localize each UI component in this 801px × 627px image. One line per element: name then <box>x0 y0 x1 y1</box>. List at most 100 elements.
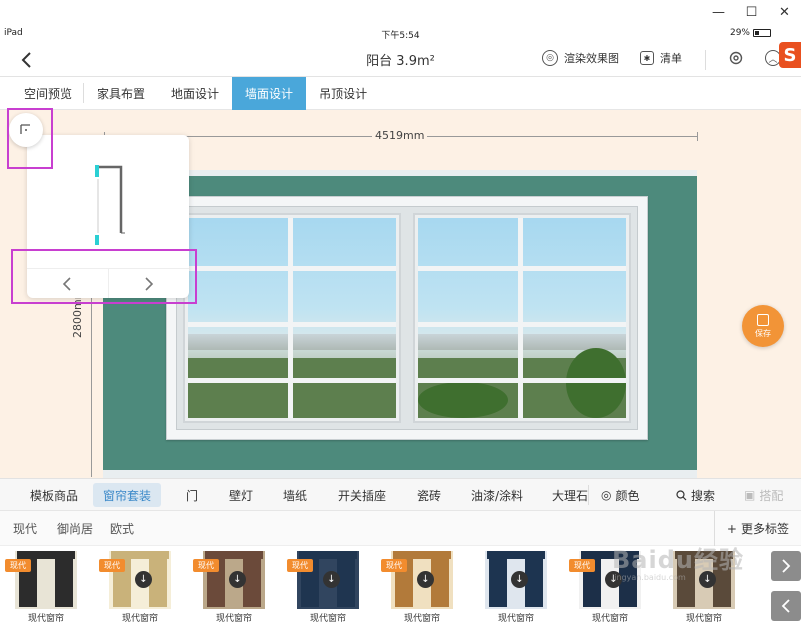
render-button[interactable]: ◎ 渲染效果图 <box>542 50 619 66</box>
search-icon <box>676 489 687 500</box>
color-label: 颜色 <box>615 488 640 503</box>
battery-icon <box>753 29 771 37</box>
list-icon: ✱ <box>640 51 654 65</box>
window-controls: — ☐ ✕ <box>702 0 801 24</box>
match-label: 搭配 <box>759 488 784 503</box>
product-card[interactable]: 现代 ↓ 现代窗帘 <box>287 549 369 627</box>
status-bar: iPad 下午5:54 29% <box>0 24 801 42</box>
chevron-left-icon <box>781 599 790 613</box>
product-card[interactable]: 现代 ↓ 现代窗帘 <box>381 549 463 627</box>
more-tags-label: 更多标签 <box>740 522 789 536</box>
category-wall-lamp[interactable]: 壁灯 <box>229 479 253 511</box>
tab-furniture[interactable]: 家具布置 <box>84 77 158 110</box>
category-wallpaper[interactable]: 墙纸 <box>283 479 307 511</box>
design-tabs: 空间预览 家具布置 地面设计 墙面设计 吊顶设计 <box>0 77 801 110</box>
product-card[interactable]: ↓ 现代窗帘 <box>475 549 557 627</box>
product-label: 现代窗帘 <box>403 614 440 624</box>
window-frame[interactable] <box>166 196 648 440</box>
product-card[interactable]: 现代 ↓ 现代窗帘 <box>99 549 181 627</box>
tab-floor[interactable]: 地面设计 <box>158 77 232 110</box>
product-label: 现代窗帘 <box>685 614 722 624</box>
transom <box>418 266 626 271</box>
wall-plan-diagram <box>95 165 125 245</box>
match-button[interactable]: ▣ 搭配 <box>744 479 783 511</box>
product-label: 现代窗帘 <box>121 614 158 624</box>
window-inner-frame <box>176 206 638 430</box>
style-badge: 现代 <box>381 559 407 572</box>
style-yushangju[interactable]: 御尚居 <box>57 511 93 546</box>
color-filter-button[interactable]: ◎ 颜色 <box>601 479 640 511</box>
match-icon: ▣ <box>744 488 756 502</box>
category-marble[interactable]: 大理石 <box>552 479 588 511</box>
status-time: 下午5:54 <box>381 31 420 41</box>
product-label: 现代窗帘 <box>497 614 534 624</box>
category-door[interactable]: 门 <box>186 479 198 511</box>
window-view <box>418 218 626 418</box>
mullion <box>517 218 523 418</box>
download-icon[interactable]: ↓ <box>323 571 340 588</box>
scroll-right-button[interactable] <box>771 551 801 581</box>
product-card[interactable]: 现代现代窗帘 <box>5 549 87 627</box>
window-view <box>188 218 396 418</box>
app-logo-icon: S <box>779 42 801 68</box>
watermark-url: jingyan.baidu.com <box>612 573 686 582</box>
category-paint[interactable]: 油漆/涂料 <box>471 479 523 511</box>
style-badge: 现代 <box>287 559 313 572</box>
left-sash <box>183 213 401 423</box>
render-label: 渲染效果图 <box>564 52 619 65</box>
camera-icon: ◎ <box>542 50 558 66</box>
scroll-left-button[interactable] <box>771 591 801 621</box>
plus-icon: + <box>726 521 737 536</box>
category-tile[interactable]: 瓷砖 <box>417 479 441 511</box>
palette-icon: ◎ <box>601 488 612 502</box>
download-icon[interactable]: ↓ <box>229 571 246 588</box>
save-button[interactable]: 保存 <box>742 305 784 347</box>
right-sash <box>413 213 631 423</box>
style-badge: 现代 <box>569 559 595 572</box>
tab-ceiling[interactable]: 吊顶设计 <box>306 77 380 110</box>
tab-wall[interactable]: 墙面设计 <box>232 77 307 110</box>
product-card[interactable]: 现代 ↓ 现代窗帘 <box>193 549 275 627</box>
transom <box>418 378 626 383</box>
category-curtain-set[interactable]: 窗帘套装 <box>93 483 162 507</box>
mullion <box>287 218 293 418</box>
divider <box>705 50 706 70</box>
close-button[interactable]: ✕ <box>768 0 801 24</box>
product-label: 现代窗帘 <box>27 614 64 624</box>
download-icon[interactable]: ↓ <box>135 571 152 588</box>
style-badge: 现代 <box>99 559 125 572</box>
tree <box>418 382 508 418</box>
chevron-right-icon <box>782 559 791 573</box>
curtain-panel <box>55 555 73 607</box>
minimize-button[interactable]: — <box>702 0 735 24</box>
save-label: 保存 <box>755 328 771 338</box>
nav-bar: 阳台 3.9m² ◎ 渲染效果图 ✱ 清单 ︿ <box>0 42 801 77</box>
search-label: 搜索 <box>691 488 716 503</box>
search-button[interactable]: 搜索 <box>676 479 715 511</box>
tree <box>566 348 626 418</box>
battery-status: 29% <box>730 28 771 38</box>
style-modern[interactable]: 现代 <box>13 511 37 546</box>
gear-icon <box>729 51 743 65</box>
category-switch-socket[interactable]: 开关插座 <box>338 479 386 511</box>
category-bar: 模板商品 窗帘套装 门 壁灯 墙纸 开关插座 瓷砖 油漆/涂料 大理石 ◎ 颜色… <box>0 478 801 511</box>
product-label: 现代窗帘 <box>309 614 346 624</box>
settings-button[interactable] <box>728 50 744 66</box>
curtain-panel <box>489 555 507 607</box>
download-icon[interactable]: ↓ <box>511 571 528 588</box>
product-label: 现代窗帘 <box>591 614 628 624</box>
watermark-text: Baidu经验 <box>612 546 744 574</box>
style-european[interactable]: 欧式 <box>110 511 134 546</box>
list-button[interactable]: ✱ 清单 <box>640 50 682 66</box>
transom <box>418 322 626 327</box>
download-icon[interactable]: ↓ <box>417 571 434 588</box>
style-badge: 现代 <box>5 559 31 572</box>
floor-trim <box>103 470 697 478</box>
highlight-box <box>7 108 53 169</box>
tab-space-preview[interactable]: 空间预览 <box>0 77 83 110</box>
maximize-button[interactable]: ☐ <box>735 0 768 24</box>
product-label: 现代窗帘 <box>215 614 252 624</box>
category-template[interactable]: 模板商品 <box>30 479 78 511</box>
width-dimension: 4519mm <box>372 129 428 142</box>
style-badge: 现代 <box>193 559 219 572</box>
